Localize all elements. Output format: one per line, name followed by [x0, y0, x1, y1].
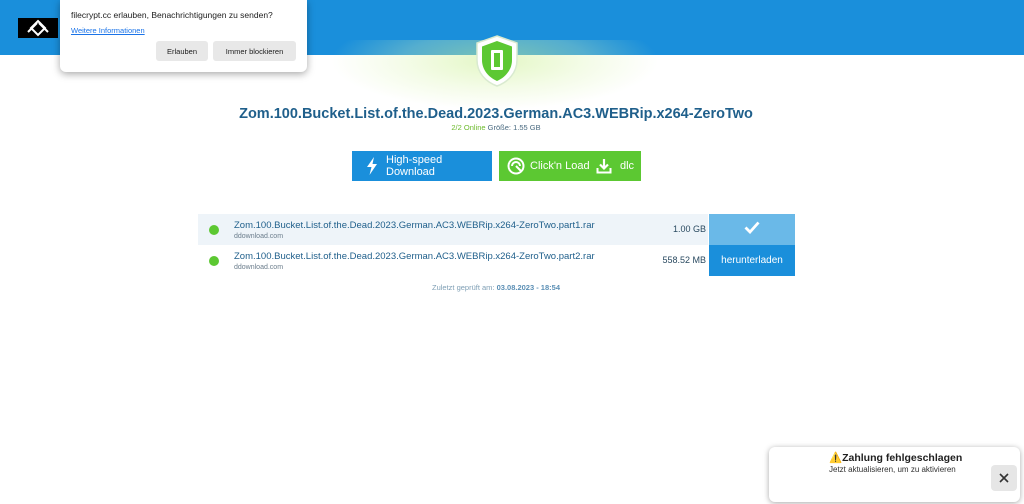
- container-title: Zom.100.Bucket.List.of.the.Dead.2023.Ger…: [239, 106, 753, 122]
- permission-prompt-title: filecrypt.cc erlauben, Benachrichtigunge…: [71, 10, 273, 20]
- always-block-button[interactable]: Immer blockieren: [213, 41, 296, 61]
- downloaded-check-button[interactable]: [709, 214, 795, 245]
- container-meta: 2/2 Online Größe: 1.55 GB: [0, 123, 992, 132]
- dlc-label: dlc: [620, 160, 635, 172]
- payment-failed-toast: ⚠️Zahlung fehlgeschlagen Jetzt aktualisi…: [769, 447, 1020, 502]
- filecrypt-logo-icon[interactable]: [18, 18, 58, 38]
- highspeed-download-label: High-speed Download: [386, 154, 443, 178]
- clickn-load-button[interactable]: Click'n Load dlc: [499, 151, 641, 181]
- online-status: 2/2 Online: [451, 123, 486, 132]
- file-name-link[interactable]: Zom.100.Bucket.List.of.the.Dead.2023.Ger…: [234, 220, 595, 231]
- toast-title: ⚠️Zahlung fehlgeschlagen: [829, 452, 963, 464]
- cnl-icon: [507, 157, 525, 178]
- last-checked-value: 03.08.2023 - 18:54: [496, 283, 560, 292]
- last-checked: Zuletzt geprüft am: 03.08.2023 - 18:54: [0, 283, 992, 292]
- clickn-load-label: Click'n Load: [530, 160, 590, 172]
- last-checked-label: Zuletzt geprüft am:: [431, 283, 495, 292]
- allow-button[interactable]: Erlauben: [156, 41, 208, 61]
- file-host: ddownload.com: [234, 233, 284, 240]
- file-row: Zom.100.Bucket.List.of.the.Dead.2023.Ger…: [198, 245, 708, 276]
- highspeed-download-button[interactable]: High-speed Download: [352, 151, 492, 181]
- close-icon[interactable]: [991, 465, 1017, 491]
- notification-permission-prompt: filecrypt.cc erlauben, Benachrichtigunge…: [60, 0, 307, 72]
- file-row: Zom.100.Bucket.List.of.the.Dead.2023.Ger…: [198, 214, 708, 245]
- download-button[interactable]: herunterladen: [709, 245, 795, 276]
- file-size: 1.00 GB: [672, 224, 706, 234]
- toast-message: Jetzt aktualisieren, um zu aktivieren: [829, 465, 956, 474]
- lightning-icon: [366, 157, 378, 175]
- file-size: 558.52 MB: [662, 255, 706, 265]
- shield-icon: [474, 34, 520, 88]
- file-host: ddownload.com: [234, 264, 284, 271]
- online-status-dot: [209, 225, 219, 235]
- download-icon: [596, 158, 612, 177]
- file-name-link[interactable]: Zom.100.Bucket.List.of.the.Dead.2023.Ger…: [234, 251, 595, 262]
- total-size: Größe: 1.55 GB: [487, 123, 541, 132]
- more-info-link[interactable]: Weitere Informationen: [71, 26, 145, 35]
- checkmark-icon: [744, 221, 760, 239]
- online-status-dot: [209, 256, 219, 266]
